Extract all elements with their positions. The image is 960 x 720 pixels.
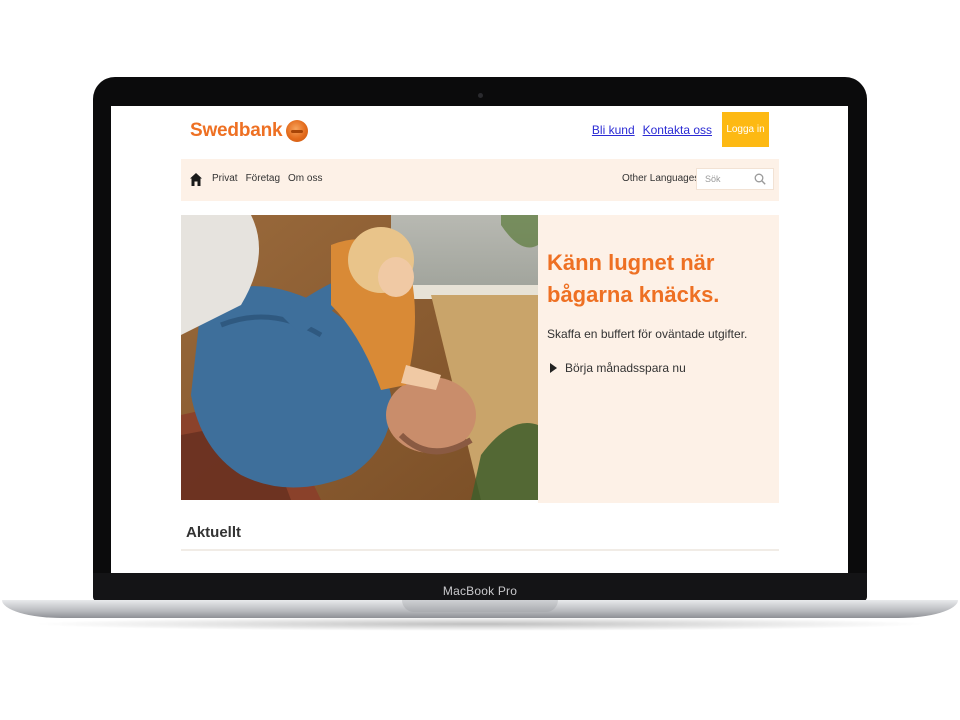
arrow-right-icon — [550, 363, 557, 373]
divider — [181, 549, 779, 551]
search-icon[interactable] — [754, 173, 766, 185]
nav-item-om-oss[interactable]: Om oss — [288, 173, 322, 184]
trackpad-notch — [402, 600, 558, 612]
language-label: Other Languages — [622, 173, 700, 184]
hero-cta-label: Börja månadsspara nu — [565, 361, 686, 375]
oak-logo-icon — [286, 120, 309, 142]
search-box — [696, 168, 774, 190]
hero-subtext: Skaffa en buffert för oväntade utgifter. — [547, 327, 748, 341]
section-title: Aktuellt — [186, 524, 242, 541]
contact-link[interactable]: Kontakta oss — [643, 123, 712, 137]
nav-item-foretag[interactable]: Företag — [246, 173, 280, 184]
login-button[interactable]: Logga in — [722, 112, 769, 147]
browser-screen: Swedbank Bli kund Kontakta oss Logga in … — [111, 106, 848, 573]
become-customer-link[interactable]: Bli kund — [592, 123, 635, 137]
main-nav: Privat Företag Om oss Other Languages▼ — [181, 159, 779, 201]
model-label: MacBook Pro — [442, 584, 518, 598]
base-shadow — [30, 617, 930, 631]
hero-photo-illustration — [181, 215, 538, 500]
search-input[interactable] — [697, 169, 761, 189]
top-links: Bli kund Kontakta oss — [592, 123, 712, 137]
nav-items: Privat Företag Om oss — [212, 173, 322, 184]
hero-heading: Känn lugnet när bågarna knäcks. — [547, 250, 720, 307]
camera-icon — [478, 93, 483, 98]
home-icon[interactable] — [190, 173, 202, 186]
hero-panel: Känn lugnet när bågarna knäcks. Skaffa e… — [538, 215, 779, 503]
swedbank-logo[interactable]: Swedbank — [190, 116, 309, 146]
hero-image — [181, 215, 538, 500]
nav-item-privat[interactable]: Privat — [212, 173, 238, 184]
hero-cta-link[interactable]: Börja månadsspara nu — [550, 361, 686, 375]
logo-text: Swedbank — [190, 120, 283, 141]
